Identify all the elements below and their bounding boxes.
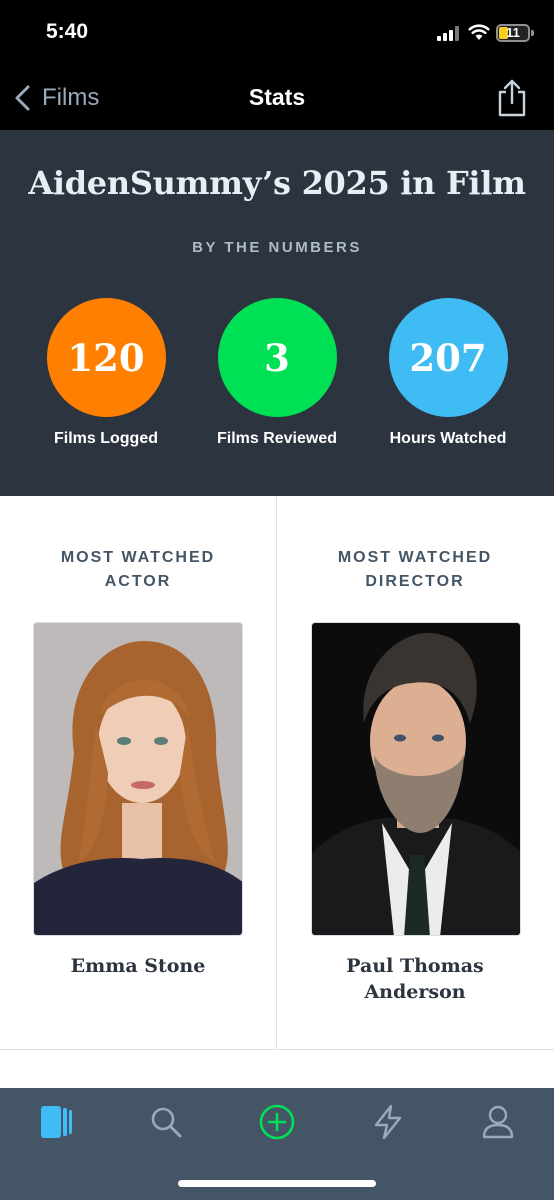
home-indicator[interactable]: [178, 1180, 376, 1187]
films-icon: [41, 1106, 72, 1138]
profile-icon: [482, 1105, 514, 1139]
tab-add[interactable]: [257, 1102, 297, 1142]
status-time: 5:40: [46, 20, 89, 43]
tab-search[interactable]: [146, 1102, 186, 1142]
director-heading-line1: MOST WATCHED: [337, 549, 493, 566]
actor-heading-line1: MOST WATCHED: [60, 549, 216, 566]
year-title: AidenSummy’s 2025 in Film: [28, 164, 526, 202]
add-icon: [259, 1104, 295, 1140]
stat-label: Hours Watched: [389, 430, 507, 447]
stat-circle: 207: [388, 298, 508, 417]
director-heading-line2: DIRECTOR: [365, 573, 465, 590]
director-heading: MOST WATCHED DIRECTOR: [277, 546, 553, 594]
stat-circle: 120: [46, 298, 166, 417]
director-name[interactable]: Paul Thomas Anderson: [277, 953, 553, 1005]
tab-films[interactable]: [36, 1102, 76, 1142]
actor-photo[interactable]: [33, 622, 243, 936]
actor-heading-line2: ACTOR: [104, 573, 172, 590]
stat-circle: 3: [217, 298, 337, 417]
actor-name[interactable]: Emma Stone: [0, 953, 276, 979]
tab-profile[interactable]: [478, 1102, 518, 1142]
most-watched-actor[interactable]: MOST WATCHED ACTOR Emma Stone: [0, 496, 276, 1050]
battery-nub: [531, 30, 534, 36]
stat-films-logged[interactable]: 120 Films Logged: [21, 298, 191, 448]
most-watched-section: MOST WATCHED ACTOR Emma Stone MOST WATCH…: [0, 496, 554, 1050]
battery-icon: 11: [496, 24, 530, 42]
stat-label: Films Reviewed: [216, 430, 338, 447]
nav-bar: Films Stats: [0, 66, 554, 130]
actor-heading: MOST WATCHED ACTOR: [0, 546, 276, 594]
cellular-signal-icon: [437, 26, 461, 41]
activity-icon: [374, 1104, 402, 1140]
status-bar: 5:40 11: [0, 0, 554, 66]
tab-activity[interactable]: [368, 1102, 408, 1142]
director-photo[interactable]: [311, 622, 521, 936]
section-subtitle: BY THE NUMBERS: [192, 239, 362, 256]
director-name-line1: Paul Thomas: [346, 955, 484, 977]
stat-hours-watched[interactable]: 207 Hours Watched: [363, 298, 533, 448]
share-icon[interactable]: [494, 78, 530, 118]
director-name-line2: Anderson: [364, 981, 466, 1003]
stat-films-reviewed[interactable]: 3 Films Reviewed: [192, 298, 362, 448]
wifi-icon: [468, 24, 490, 40]
battery-level: 11: [506, 25, 520, 40]
search-icon: [151, 1107, 182, 1138]
page-title: Stats: [248, 84, 306, 110]
stat-label: Films Logged: [54, 430, 158, 447]
year-in-film-header: AidenSummy’s 2025 in Film BY THE NUMBERS…: [0, 130, 554, 496]
most-watched-director[interactable]: MOST WATCHED DIRECTOR Paul Thomas Anders…: [277, 496, 553, 1050]
